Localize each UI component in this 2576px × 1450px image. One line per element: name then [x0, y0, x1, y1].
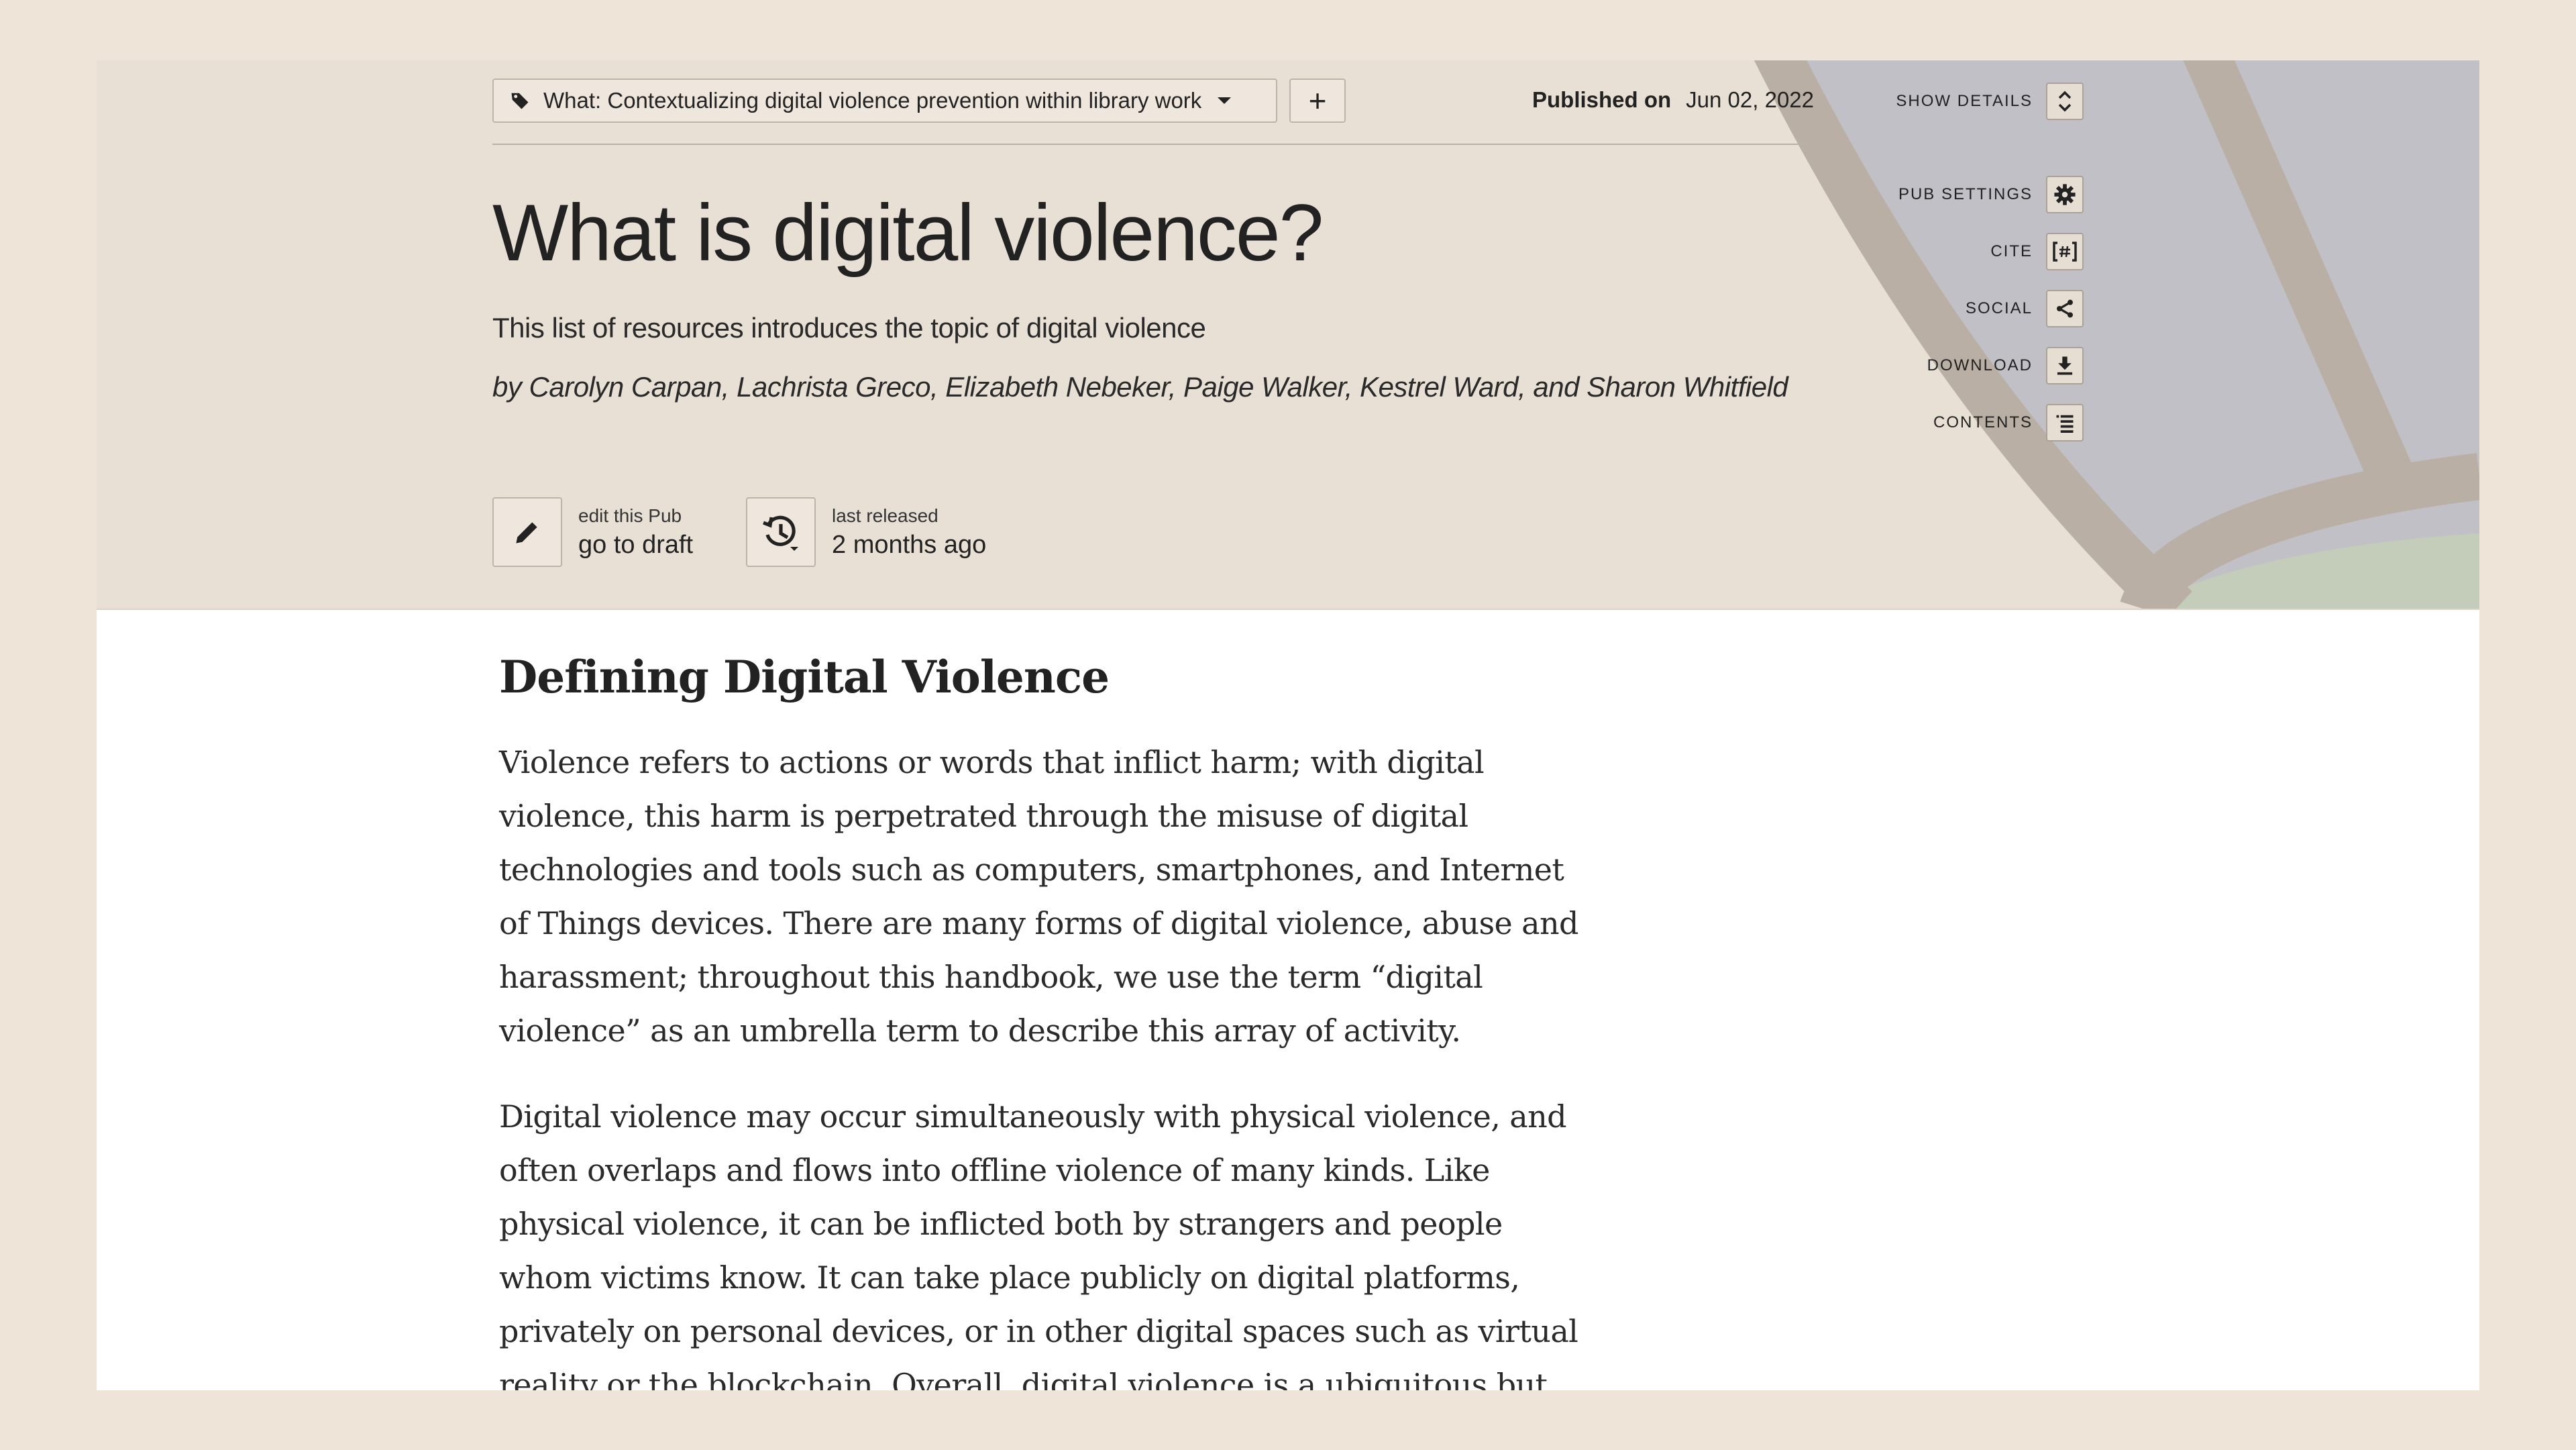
header-background-art [1754, 60, 2479, 609]
pub-body: Defining Digital Violence Violence refer… [499, 651, 1586, 1390]
published-label: Published on [1532, 87, 1672, 112]
pub-header: What: Contextualizing digital violence p… [97, 60, 2479, 610]
show-details-label: SHOW DETAILS [1896, 92, 2033, 110]
release-hint: last released [832, 505, 938, 526]
published-info: Published on Jun 02, 2022 [1532, 87, 1814, 113]
published-date: Jun 02, 2022 [1686, 87, 1815, 112]
download-button[interactable]: DOWNLOAD [1927, 347, 2084, 384]
contents-label: CONTENTS [1933, 413, 2033, 431]
download-label: DOWNLOAD [1927, 356, 2033, 374]
author-byline: by Carolyn Carpan, Lachrista Greco, Eliz… [492, 371, 1788, 403]
edit-pub-label: go to draft [578, 530, 694, 559]
download-icon [2046, 347, 2084, 384]
cite-icon [2046, 233, 2084, 270]
cite-button[interactable]: CITE [1990, 233, 2084, 270]
show-details-button[interactable]: SHOW DETAILS [1896, 83, 2084, 120]
page-subtitle: This list of resources introduces the to… [492, 312, 1206, 344]
edit-pub-button[interactable]: edit this Pub go to draft [492, 497, 693, 567]
page-title: What is digital violence? [492, 188, 1324, 278]
pub-settings-label: PUB SETTINGS [1898, 185, 2033, 203]
body-paragraph: Digital violence may occur simultaneousl… [499, 1098, 1578, 1390]
cite-label: CITE [1990, 242, 2033, 260]
social-button[interactable]: SOCIAL [1966, 290, 2084, 327]
header-divider [492, 144, 1810, 145]
body-paragraph: Violence refers to actions or words that… [499, 744, 1578, 1049]
expand-icon [2046, 83, 2084, 120]
add-collection-button[interactable]: + [1289, 79, 1346, 123]
edit-pub-hint: edit this Pub [578, 505, 682, 526]
pencil-icon [492, 497, 562, 567]
section-heading: Defining Digital Violence [499, 651, 1110, 703]
collection-tag-select[interactable]: What: Contextualizing digital violence p… [492, 79, 1277, 123]
pub-frame: What: Contextualizing digital violence p… [97, 60, 2479, 1390]
history-icon [746, 497, 816, 567]
contents-button[interactable]: CONTENTS [1933, 404, 2084, 442]
tag-icon [511, 93, 529, 109]
share-icon [2046, 290, 2084, 327]
chevron-down-icon [1218, 97, 1232, 104]
release-age: 2 months ago [832, 530, 987, 559]
social-label: SOCIAL [1965, 299, 2033, 317]
gear-icon [2046, 176, 2084, 213]
release-history-button[interactable]: last released 2 months ago [746, 497, 986, 567]
pub-settings-button[interactable]: PUB SETTINGS [1898, 176, 2084, 213]
list-icon [2046, 404, 2084, 442]
collection-tag-label: What: Contextualizing digital violence p… [543, 88, 1202, 113]
